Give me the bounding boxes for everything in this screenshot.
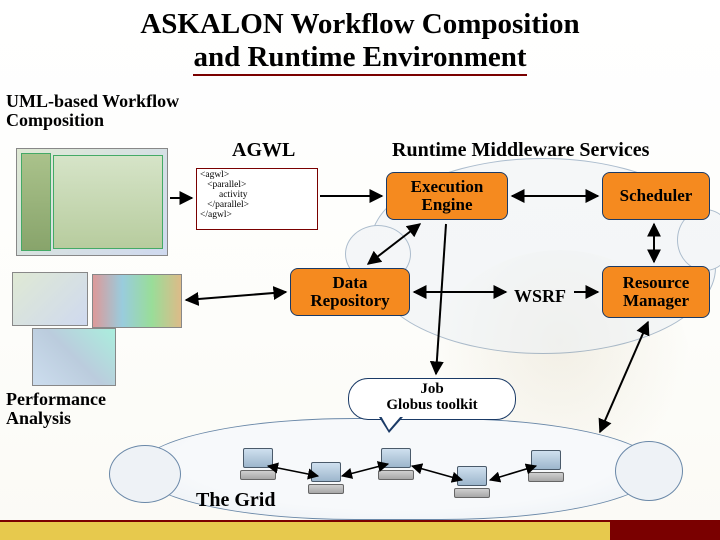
job-line-2: Globus toolkit [386, 397, 477, 413]
data-repository-node: Data Repository [290, 268, 410, 316]
agwl-heading: AGWL [232, 140, 295, 161]
performance-thumbnail-2 [92, 274, 182, 328]
slide-root: ASKALON Workflow Composition and Runtime… [0, 0, 720, 540]
performance-label-text: PerformanceAnalysis [6, 389, 106, 428]
runtime-heading: Runtime Middleware Services [392, 140, 649, 161]
grid-machine-icon [238, 448, 278, 482]
job-line-1: Job [420, 381, 443, 397]
title-line-2: and Runtime Environment [193, 41, 526, 76]
grid-machine-icon [376, 448, 416, 482]
grid-machine-icon [306, 462, 346, 496]
performance-thumbnail-1 [12, 272, 88, 326]
performance-thumbnail-3 [32, 328, 116, 386]
agwl-code-box: <agwl> <parallel> activity </parallel> <… [196, 168, 318, 230]
execution-engine-node: Execution Engine [386, 172, 508, 220]
slide-title: ASKALON Workflow Composition and Runtime… [0, 0, 720, 75]
uml-editor-thumbnail [16, 148, 168, 256]
wsrf-label: WSRF [514, 286, 566, 307]
footer-bar [0, 520, 720, 540]
uml-section-label: UML-based Workflow Composition [6, 92, 216, 130]
scheduler-node: Scheduler [602, 172, 710, 220]
job-callout: Job Globus toolkit [348, 378, 516, 420]
title-line-1: ASKALON Workflow Composition [140, 8, 579, 40]
resource-manager-node: Resource Manager [602, 266, 710, 318]
grid-label: The Grid [196, 490, 275, 511]
performance-label: PerformanceAnalysis [6, 390, 106, 428]
grid-machine-icon [526, 450, 566, 484]
grid-machine-icon [452, 466, 492, 500]
